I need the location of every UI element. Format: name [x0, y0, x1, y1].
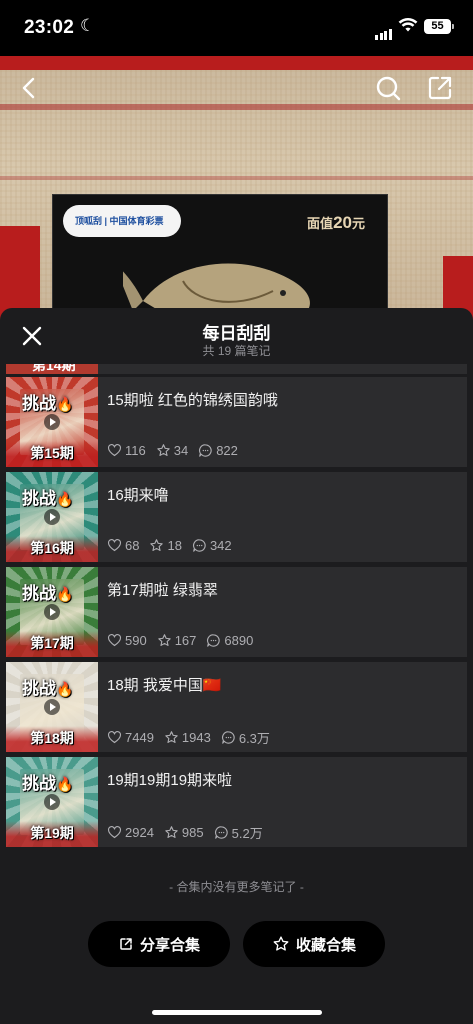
comment-icon — [207, 634, 221, 647]
comment-icon — [221, 731, 235, 744]
comment-count[interactable]: 822 — [198, 443, 238, 458]
note-stats: 590 167 6890 — [107, 633, 263, 648]
play-icon — [44, 509, 60, 525]
share-collection-button[interactable]: 分享合集 — [88, 921, 230, 967]
like-count[interactable]: 68 — [107, 538, 139, 553]
issue-label: 第19期 — [30, 825, 74, 841]
note-stats: 7449 1943 6.3万 — [107, 728, 280, 747]
challenge-label: 挑战🔥 — [22, 584, 74, 603]
ticket-logo: 顶呱刮 | 中国体育彩票 — [63, 205, 181, 237]
end-of-list-note: - 合集内没有更多笔记了 - — [169, 880, 304, 894]
heart-icon — [107, 539, 122, 552]
search-button[interactable] — [372, 72, 404, 104]
heart-icon — [107, 826, 122, 839]
wifi-icon — [398, 17, 418, 38]
star-icon — [150, 539, 164, 551]
like-count[interactable]: 116 — [107, 443, 146, 458]
collection-note-count: 共 19 篇笔记 — [202, 344, 271, 358]
play-icon — [44, 414, 60, 430]
favorite-count[interactable]: 167 — [157, 633, 196, 648]
favorite-count[interactable]: 985 — [164, 825, 204, 840]
note-title: 第17期啦 绿翡翠 — [107, 582, 218, 599]
fire-icon: 🔥 — [56, 491, 74, 507]
fire-icon: 🔥 — [56, 396, 74, 412]
star-icon — [165, 826, 178, 838]
ticket-face-value: 面值20元 — [307, 213, 365, 232]
collection-sheet: 每日刮刮 共 19 篇笔记 第14期 挑战🔥 第15期 15期啦 红色的锦绣国韵哦 1… — [0, 308, 473, 1024]
note-title: 19期19期19期来啦 — [107, 772, 233, 789]
like-count[interactable]: 590 — [107, 633, 147, 648]
note-stats: 68 18 342 — [107, 538, 242, 553]
issue-label: 第18期 — [30, 730, 74, 746]
fire-icon: 🔥 — [56, 586, 74, 602]
status-time: 23:02 — [24, 17, 75, 38]
sheet-header: 每日刮刮 共 19 篇笔记 — [0, 308, 473, 364]
issue-label: 第15期 — [30, 445, 74, 461]
chevron-left-icon — [22, 77, 35, 99]
favorite-count[interactable]: 1943 — [164, 730, 211, 745]
challenge-label: 挑战🔥 — [22, 679, 74, 698]
heart-icon — [107, 731, 122, 744]
like-count[interactable]: 2924 — [107, 825, 154, 840]
list-item[interactable]: 挑战🔥 第16期 16期来噜 68 18 342 — [6, 472, 467, 562]
issue-label: 第17期 — [30, 635, 74, 651]
favorite-count[interactable]: 34 — [156, 443, 188, 458]
comment-count[interactable]: 342 — [192, 538, 232, 553]
share-icon — [120, 938, 132, 950]
play-icon — [44, 604, 60, 620]
challenge-label: 挑战🔥 — [22, 489, 74, 508]
share-icon — [428, 76, 452, 100]
share-button[interactable] — [424, 72, 456, 104]
note-thumbnail[interactable]: 挑战🔥 第16期 — [6, 472, 98, 562]
star-icon — [165, 731, 178, 743]
heart-icon — [107, 634, 122, 647]
play-icon — [44, 699, 60, 715]
note-thumbnail[interactable]: 挑战🔥 第18期 — [6, 662, 98, 752]
collection-title: 每日刮刮 — [202, 324, 271, 343]
comment-count[interactable]: 6.3万 — [221, 728, 270, 747]
search-icon — [376, 76, 401, 101]
issue-label: 第16期 — [30, 540, 74, 556]
challenge-label: 挑战🔥 — [22, 394, 74, 413]
favorite-collection-button[interactable]: 收藏合集 — [243, 921, 385, 967]
comment-count[interactable]: 6890 — [206, 633, 253, 648]
status-bar: 23:02 ☾ 55 — [0, 0, 473, 56]
note-title: 16期来噜 — [107, 487, 169, 504]
comment-count[interactable]: 5.2万 — [214, 823, 263, 842]
moon-icon: ☾ — [80, 16, 96, 35]
note-thumbnail[interactable]: 挑战🔥 第17期 — [6, 567, 98, 657]
battery-icon: 55 — [424, 19, 454, 34]
note-title: 15期啦 红色的锦绣国韵哦 — [107, 392, 278, 409]
fire-icon: 🔥 — [56, 681, 74, 697]
comment-icon — [214, 826, 228, 839]
note-thumbnail[interactable]: 挑战🔥 第15期 — [6, 377, 98, 467]
comment-icon — [192, 539, 206, 552]
note-thumbnail[interactable]: 挑战🔥 第19期 — [6, 757, 98, 847]
home-indicator — [152, 1010, 322, 1015]
signal-icon — [375, 22, 393, 40]
challenge-label: 挑战🔥 — [22, 774, 74, 793]
list-item[interactable]: 挑战🔥 第18期 18期 我爱中国🇨🇳 7449 1943 6.3万 — [6, 662, 467, 752]
star-icon — [158, 634, 171, 646]
play-icon — [44, 794, 60, 810]
note-stats: 2924 985 5.2万 — [107, 823, 273, 842]
note-stats: 116 34 822 — [107, 443, 248, 458]
list-item[interactable]: 挑战🔥 第15期 15期啦 红色的锦绣国韵哦 116 34 822 — [6, 377, 467, 467]
note-title: 18期 我爱中国🇨🇳 — [107, 677, 222, 694]
favorite-count[interactable]: 18 — [149, 538, 182, 553]
star-icon — [157, 444, 170, 456]
heart-icon — [107, 444, 122, 457]
like-count[interactable]: 7449 — [107, 730, 154, 745]
comment-icon — [199, 444, 212, 457]
back-button[interactable] — [14, 72, 46, 104]
fire-icon: 🔥 — [56, 776, 74, 792]
star-icon — [273, 936, 289, 951]
list-item[interactable]: 挑战🔥 第17期 第17期啦 绿翡翠 590 167 6890 — [6, 567, 467, 657]
list-item[interactable]: 挑战🔥 第19期 19期19期19期来啦 2924 985 5.2万 — [6, 757, 467, 847]
list-item-partial[interactable]: 第14期 — [6, 364, 467, 374]
